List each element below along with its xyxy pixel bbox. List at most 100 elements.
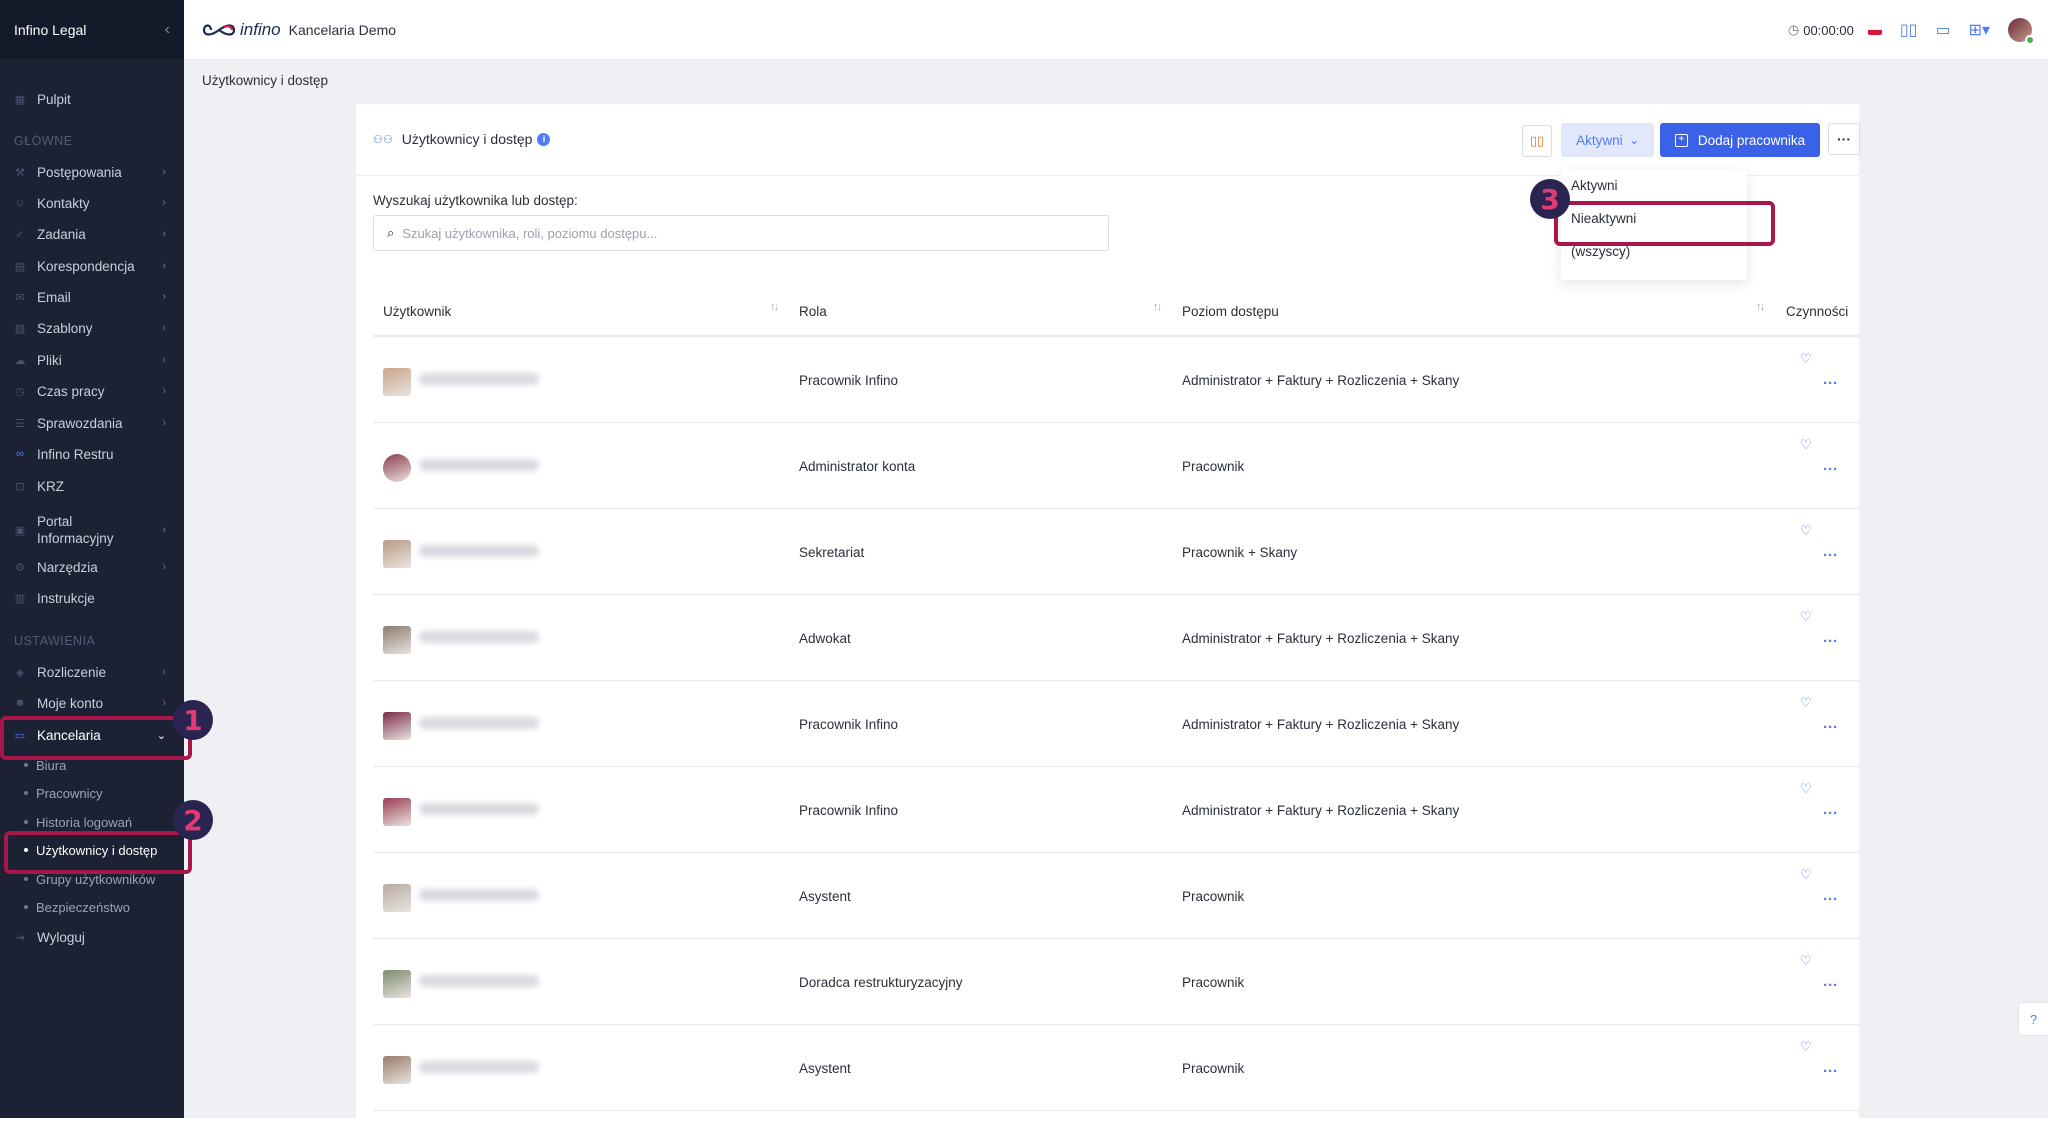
access-level: Pracownik [1182,975,1245,990]
header-role[interactable]: Rola [799,304,827,319]
search-field[interactable]: ⌕ [373,215,1109,251]
sidebar-item-czas-pracy[interactable]: ◷ Czas pracy › [0,378,184,404]
add-window-icon[interactable]: ⊞▾ [1969,20,1990,40]
table-row[interactable]: Asystent Pracownik ♡ ··· [373,853,1860,939]
row-actions-icon[interactable]: ··· [1823,805,1838,822]
sort-icon[interactable]: ↑↓ [770,301,779,313]
row-actions-icon[interactable]: ··· [1823,719,1838,736]
sidebar-item-szablony[interactable]: ▨ Szablony › [0,315,184,341]
table-row[interactable]: Sekretariat Pracownik + Skany ♡ ··· [373,509,1860,595]
shield-icon[interactable]: ♡ [1800,523,1812,539]
row-actions-icon[interactable]: ··· [1823,891,1838,908]
section-settings-label: USTAWIENIA [14,634,96,648]
sidebar-subitem-pracownicy[interactable]: Pracownicy [24,782,102,804]
table-row[interactable]: Adwokat Administrator + Faktury + Rozlicz… [373,595,1860,681]
info-icon[interactable]: i [537,132,551,146]
sidebar-subitem-historia-logowan[interactable]: Historia logowań [24,811,132,833]
sidebar-item-postepowania[interactable]: ⚒ Postępowania › [0,159,184,185]
bullet-icon [24,877,28,881]
sidebar-item-korespondencja[interactable]: ▤ Korespondencja › [0,253,184,279]
work-timer[interactable]: ◷ 00:00:00 [1788,22,1854,38]
add-employee-button[interactable]: + Dodaj pracownika [1660,123,1820,157]
user-role: Doradca restrukturyzacyjny [799,975,963,990]
user-avatar [383,970,411,998]
table-row[interactable]: Asystent Pracownik ♡ ··· [373,1025,1860,1111]
sidebar-item-label: Sprawozdania [37,415,123,431]
table-row[interactable]: Administrator konta Pracownik ♡ ··· [373,423,1860,509]
header-level[interactable]: Poziom dostępu [1182,304,1279,319]
sidebar-item-narzedzia[interactable]: ⚙ Narzędzia › [0,554,184,580]
search-input[interactable] [402,225,1083,241]
polish-flag-icon[interactable] [1867,25,1882,35]
search-label: Wyszukaj użytkownika lub dostęp: [373,193,578,208]
user-role: Sekretariat [799,545,865,560]
sidebar-subitem-bezpieczenstwo[interactable]: Bezpieczeństwo [24,896,130,918]
sidebar-item-label: Infino Restru [37,446,114,462]
shield-icon[interactable]: ♡ [1800,695,1812,711]
sidebar-item-kontakty[interactable]: ☺ Kontakty › [0,190,184,216]
add-employee-label: Dodaj pracownika [1697,132,1806,148]
shield-icon[interactable]: ♡ [1800,609,1812,625]
book-icon[interactable]: ▯▯ [1900,20,1918,40]
sidebar-subitem-label: Pracownicy [36,785,103,801]
table-row[interactable]: Pracownik Infino Administrator + Faktury … [373,767,1860,853]
shield-icon[interactable]: ♡ [1800,867,1812,883]
shield-icon[interactable]: ♡ [1800,781,1812,797]
help-button[interactable]: ? [2018,1002,2048,1036]
access-level: Pracownik [1182,1061,1245,1076]
sidebar-item-portal[interactable]: ▣ Portal Informacyjny › [0,512,184,548]
row-actions-icon[interactable]: ··· [1823,375,1838,392]
sidebar-item-moje-konto[interactable]: ☻ Moje konto › [0,690,184,716]
sidebar-item-label: Zadania [37,226,86,242]
table-row[interactable]: Pracownik Infino Administrator + Faktury … [373,681,1860,767]
company-name: Kancelaria Demo [288,21,397,38]
option-aktywni[interactable]: Aktywni [1571,178,1618,193]
user-avatar[interactable] [2008,18,2035,45]
sidebar-item-label: Narzędzia [37,559,98,575]
logo[interactable]: infino Kancelaria Demo [202,20,396,40]
sidebar-item-sprawozdania[interactable]: ☰ Sprawozdania › [0,410,184,436]
sidebar-item-rozliczenie[interactable]: ◈ Rozliczenie › [0,659,184,685]
manual-button[interactable]: ▯▯ [1522,125,1552,157]
sidebar-item-pulpit[interactable]: ▦ Pulpit [0,86,184,112]
shield-icon[interactable]: ♡ [1800,437,1812,453]
shield-icon[interactable]: ♡ [1800,1039,1812,1055]
sidebar-item-infino-restru[interactable]: ∞ Infino Restru [0,441,184,467]
row-actions-icon[interactable]: ··· [1823,1063,1838,1080]
table-row[interactable]: Doradca restrukturyzacyjny Pracownik ♡ ··· [373,939,1860,1025]
topbar-actions: ◷ 00:00:00 ▯▯ ▭ ⊞▾ [1788,0,2048,60]
sidebar-item-zadania[interactable]: ✓ Zadania › [0,221,184,247]
app-name: Infino Legal [14,21,87,38]
header-user[interactable]: Użytkownik [383,304,451,319]
sort-icon[interactable]: ↑↓ [1756,301,1765,313]
sidebar-item-krz[interactable]: ⊡ KRZ [0,473,184,499]
user-role: Pracownik Infino [799,373,899,388]
row-actions-icon[interactable]: ··· [1823,547,1838,564]
user-name-redacted [419,373,539,385]
row-actions-icon[interactable]: ··· [1823,633,1838,650]
option-wszyscy[interactable]: (wszyscy) [1571,244,1630,259]
sidebar-item-wyloguj[interactable]: ⇥ Wyloguj [0,924,184,950]
chevron-right-icon: › [162,697,166,709]
row-actions-icon[interactable]: ··· [1823,977,1838,994]
tools-icon: ⚙ [15,561,25,574]
user-avatar [383,1056,411,1084]
chevron-left-icon[interactable]: ‹ [165,21,170,39]
shield-icon[interactable]: ♡ [1800,351,1812,367]
chat-icon[interactable]: ▭ [1935,20,1950,40]
sidebar-item-instrukcje[interactable]: ▥ Instrukcje [0,585,184,611]
shield-icon[interactable]: ♡ [1800,953,1812,969]
infinity-logo-icon [202,23,236,36]
cloud-icon: ☁ [14,354,26,367]
table-row[interactable]: Pracownik Infino Administrator + Faktury … [373,337,1860,423]
section-main-label: GŁÓWNE [14,134,73,148]
sidebar-item-pliki[interactable]: ☁ Pliki › [0,347,184,373]
more-options-button[interactable]: ··· [1828,123,1860,155]
row-actions-icon[interactable]: ··· [1823,461,1838,478]
sort-icon[interactable]: ↑↓ [1153,301,1162,313]
chevron-right-icon: › [162,524,166,536]
sidebar-item-email[interactable]: ✉ Email › [0,284,184,310]
status-filter-dropdown[interactable]: Aktywni ⌄ [1561,123,1654,157]
bullet-icon [24,905,28,909]
chevron-right-icon: › [162,666,166,678]
